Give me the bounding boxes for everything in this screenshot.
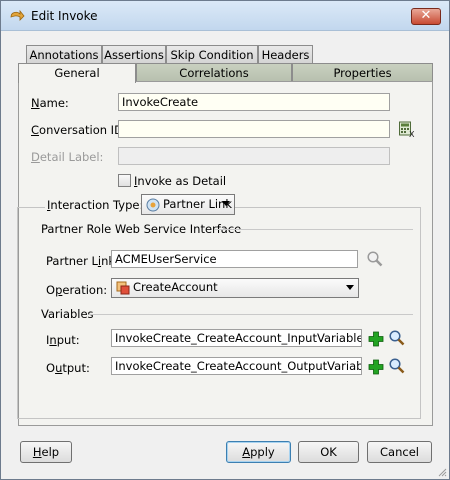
- name-field[interactable]: InvokeCreate: [118, 93, 390, 111]
- title-bar[interactable]: Edit Invoke ✕: [1, 1, 449, 31]
- operation-icon: [116, 281, 130, 294]
- window-title: Edit Invoke: [31, 9, 98, 23]
- expression-builder-icon[interactable]: X: [398, 120, 416, 138]
- tab-annotations[interactable]: Annotations: [26, 45, 102, 64]
- ok-button[interactable]: OK: [298, 441, 359, 463]
- chevron-down-icon: [346, 285, 354, 290]
- tab-assertions[interactable]: Assertions: [102, 45, 166, 64]
- add-icon[interactable]: [367, 358, 385, 376]
- operation-label: Operation:: [46, 283, 108, 297]
- input-variable-field[interactable]: InvokeCreate_CreateAccount_InputVariable: [111, 329, 362, 347]
- detail-label-label: Detail Label:: [31, 150, 104, 164]
- name-label: Name:: [31, 96, 69, 110]
- interaction-type-dropdown[interactable]: Partner Link: [141, 194, 235, 215]
- output-variable-field[interactable]: InvokeCreate_CreateAccount_OutputVariabl…: [111, 357, 362, 375]
- svg-text:X: X: [409, 130, 415, 138]
- conversation-id-field[interactable]: [118, 120, 390, 138]
- conversation-id-label: Conversation ID:: [31, 123, 127, 137]
- partner-link-field[interactable]: ACMEUserService: [111, 250, 358, 268]
- cancel-button[interactable]: Cancel: [367, 441, 432, 463]
- partner-link-icon: [146, 198, 160, 211]
- add-icon[interactable]: [367, 330, 385, 348]
- close-button[interactable]: ✕: [411, 8, 441, 25]
- operation-dropdown[interactable]: CreateAccount: [111, 278, 359, 298]
- search-icon[interactable]: [366, 250, 384, 268]
- tab-headers[interactable]: Headers: [258, 45, 313, 64]
- tab-general[interactable]: General: [18, 63, 136, 83]
- detail-label-field[interactable]: [118, 147, 390, 165]
- edit-invoke-dialog: Edit Invoke ✕ Annotations Assertions Ski…: [0, 0, 450, 480]
- input-label: Input:: [46, 333, 80, 347]
- chevron-down-icon: [222, 201, 230, 206]
- search-icon[interactable]: [388, 357, 406, 375]
- invoke-activity-icon: [10, 9, 25, 21]
- variables-separator: [89, 314, 413, 315]
- close-icon: ✕: [420, 8, 432, 23]
- tab-correlations[interactable]: Correlations: [136, 63, 292, 82]
- resize-grip-icon[interactable]: [437, 467, 447, 477]
- partner-link-label: Partner Link:: [46, 254, 119, 268]
- variables-section-title: Variables: [41, 307, 94, 321]
- help-button[interactable]: Help: [20, 441, 72, 463]
- search-icon[interactable]: [388, 329, 406, 347]
- tab-properties[interactable]: Properties: [292, 63, 433, 82]
- tab-skip-condition[interactable]: Skip Condition: [166, 45, 258, 64]
- interaction-type-label: Interaction Type:: [45, 198, 146, 212]
- invoke-as-detail-label: Invoke as Detail: [134, 174, 227, 188]
- invoke-as-detail-checkbox[interactable]: [118, 174, 131, 187]
- operation-value: CreateAccount: [133, 280, 218, 294]
- output-label: Output:: [46, 361, 90, 375]
- partner-role-section-title: Partner Role Web Service Interface: [41, 222, 242, 236]
- apply-button[interactable]: Apply: [226, 441, 291, 463]
- partner-role-separator: [214, 229, 413, 230]
